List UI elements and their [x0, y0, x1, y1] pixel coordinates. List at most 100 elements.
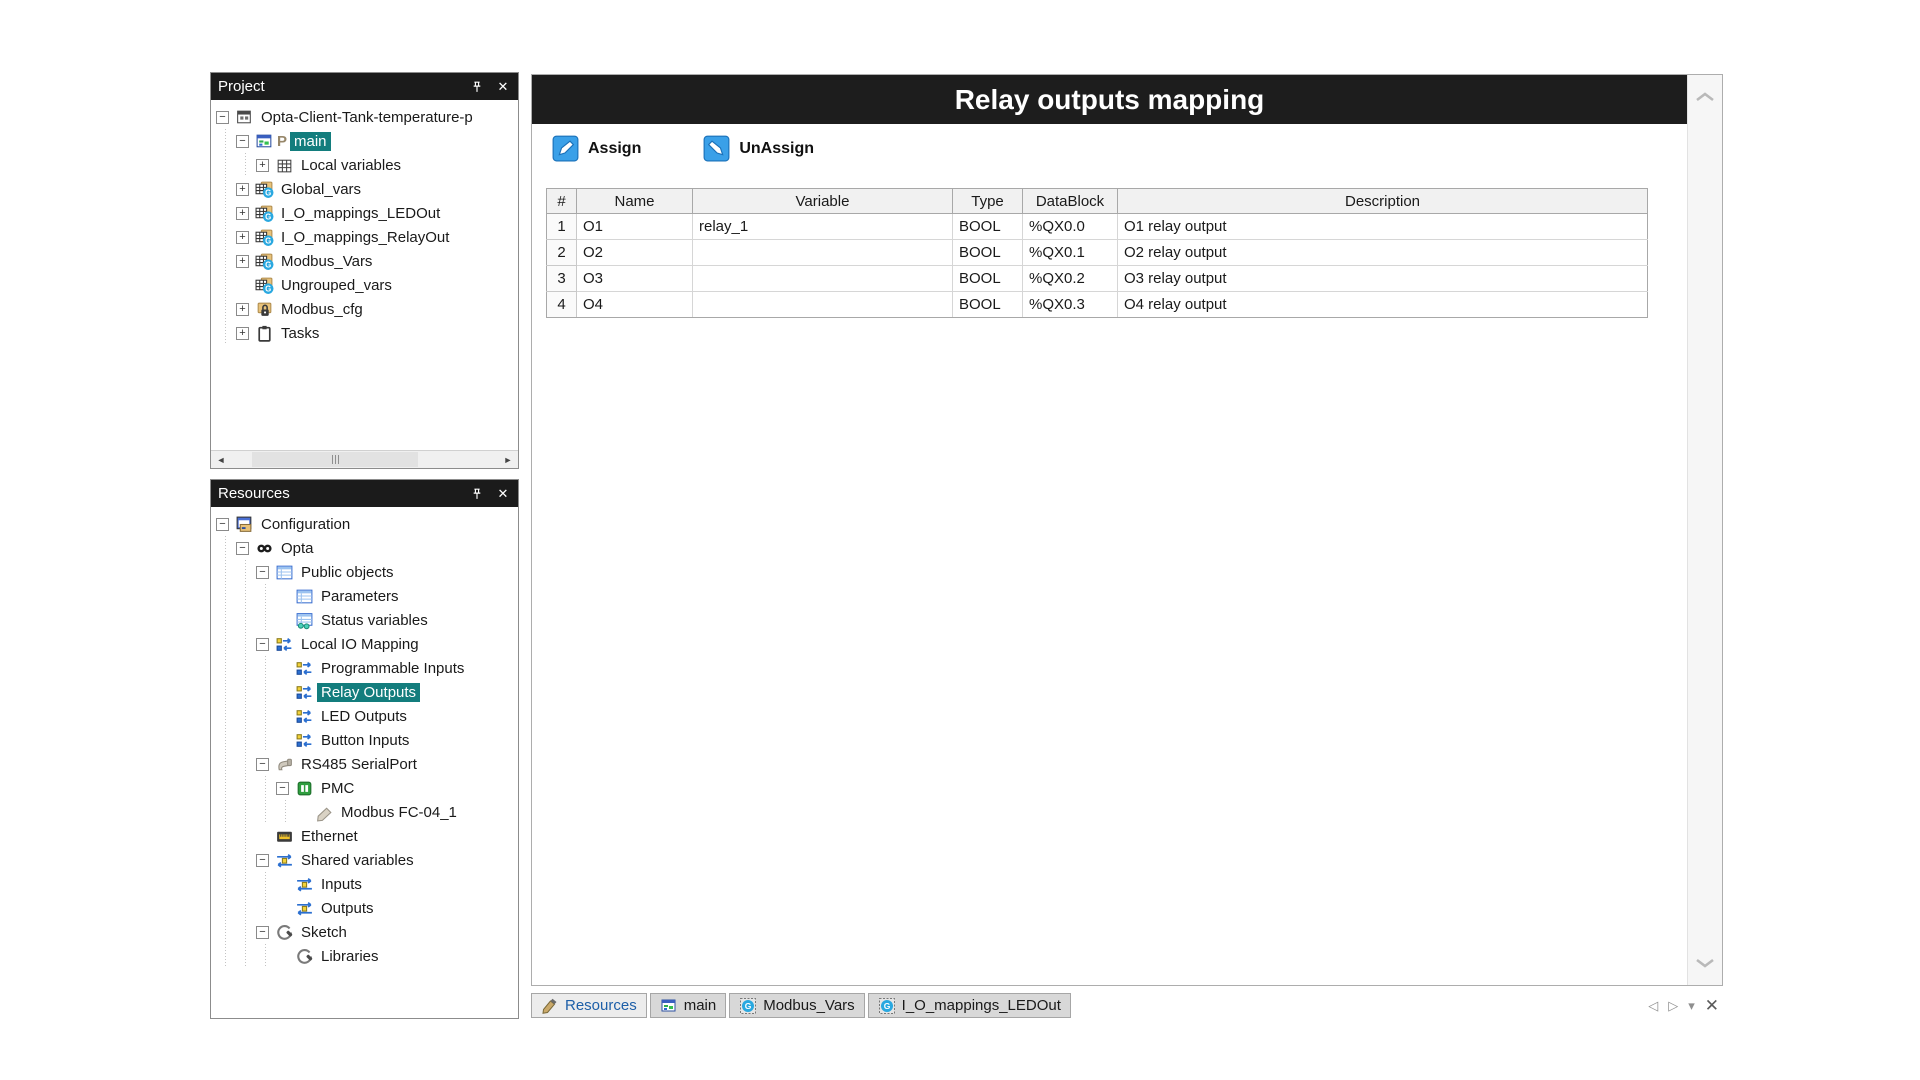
- resources-tree-label-local-io-mapping[interactable]: Local IO Mapping: [297, 635, 423, 654]
- resources-tree-label-shared-variables[interactable]: Shared variables: [297, 851, 418, 870]
- resources-tree-item-inputs[interactable]: Inputs: [211, 872, 518, 896]
- tab-modbus-vars[interactable]: GModbus_Vars: [729, 993, 864, 1018]
- cell-[interactable]: 3: [547, 266, 577, 292]
- project-tree-item-main[interactable]: −Pmain: [211, 129, 518, 153]
- resources-tree-label-ethernet[interactable]: Ethernet: [297, 827, 362, 846]
- resources-tree-label-led-outputs[interactable]: LED Outputs: [317, 707, 411, 726]
- resources-tree-label-button-inputs[interactable]: Button Inputs: [317, 731, 413, 750]
- chevron-down-icon[interactable]: [1693, 955, 1717, 971]
- column-header-[interactable]: #: [547, 189, 577, 214]
- expand-plus-icon[interactable]: +: [236, 327, 249, 340]
- project-tree-label-i-o-mappings-ledout[interactable]: I_O_mappings_LEDOut: [277, 204, 444, 223]
- project-tree-label-tasks[interactable]: Tasks: [277, 324, 323, 343]
- project-tree-label-modbus-vars[interactable]: Modbus_Vars: [277, 252, 376, 271]
- vertical-scrollbar[interactable]: [1687, 75, 1722, 985]
- close-icon[interactable]: ✕: [495, 79, 511, 95]
- resources-tree-label-relay-outputs[interactable]: Relay Outputs: [317, 683, 420, 702]
- project-tree-item-modbus-cfg[interactable]: +Modbus_cfg: [211, 297, 518, 321]
- collapse-minus-icon[interactable]: −: [216, 518, 229, 531]
- resources-tree-label-public-objects[interactable]: Public objects: [297, 563, 398, 582]
- resources-tree-item-public-objects[interactable]: − Public objects: [211, 560, 518, 584]
- cell-description[interactable]: O2 relay output: [1118, 240, 1648, 266]
- resources-tree-item-configuration[interactable]: − Configuration: [211, 512, 518, 536]
- collapse-minus-icon[interactable]: −: [256, 854, 269, 867]
- expand-plus-icon[interactable]: +: [236, 183, 249, 196]
- column-header-description[interactable]: Description: [1118, 189, 1648, 214]
- assign-button[interactable]: Assign: [552, 135, 641, 162]
- resources-tree-item-led-outputs[interactable]: LED Outputs: [211, 704, 518, 728]
- column-header-datablock[interactable]: DataBlock: [1023, 189, 1118, 214]
- cell-description[interactable]: O4 relay output: [1118, 292, 1648, 318]
- cell-datablock[interactable]: %QX0.2: [1023, 266, 1118, 292]
- resources-tree-label-rs485-serialport[interactable]: RS485 SerialPort: [297, 755, 421, 774]
- scrollbar-track[interactable]: [231, 451, 498, 468]
- collapse-minus-icon[interactable]: −: [216, 111, 229, 124]
- project-tree-item-modbus-vars[interactable]: +GModbus_Vars: [211, 249, 518, 273]
- column-header-name[interactable]: Name: [577, 189, 693, 214]
- cell-variable[interactable]: [693, 292, 953, 318]
- cell-[interactable]: 1: [547, 214, 577, 240]
- project-tree-label-main[interactable]: main: [290, 132, 331, 151]
- tab-i-o-mappings-ledout[interactable]: GI_O_mappings_LEDOut: [868, 993, 1071, 1018]
- resources-tree-item-modbus-fc-04-1[interactable]: Modbus FC-04_1: [211, 800, 518, 824]
- resources-tree-label-parameters[interactable]: Parameters: [317, 587, 403, 606]
- cell-datablock[interactable]: %QX0.3: [1023, 292, 1118, 318]
- tab-scroll-right-icon[interactable]: ▷: [1668, 993, 1678, 1018]
- resources-tree-item-status-variables[interactable]: Status variables: [211, 608, 518, 632]
- cell-variable[interactable]: [693, 240, 953, 266]
- project-tree-item-i-o-mappings-relayout[interactable]: +GI_O_mappings_RelayOut: [211, 225, 518, 249]
- scroll-right-icon[interactable]: ►: [498, 451, 518, 468]
- project-tree-item-local-variables[interactable]: + Local variables: [211, 153, 518, 177]
- resources-tree-item-rs485-serialport[interactable]: − RS485 SerialPort: [211, 752, 518, 776]
- resources-tree-label-status-variables[interactable]: Status variables: [317, 611, 432, 630]
- project-tree-item-global-vars[interactable]: +GGlobal_vars: [211, 177, 518, 201]
- project-tree-label-local-variables[interactable]: Local variables: [297, 156, 405, 175]
- resources-tree-label-programmable-inputs[interactable]: Programmable Inputs: [317, 659, 468, 678]
- resources-tree-label-sketch[interactable]: Sketch: [297, 923, 351, 942]
- cell-variable[interactable]: [693, 266, 953, 292]
- resources-tree-label-opta[interactable]: Opta: [277, 539, 318, 558]
- collapse-minus-icon[interactable]: −: [256, 926, 269, 939]
- collapse-minus-icon[interactable]: −: [256, 566, 269, 579]
- tab-scroll-left-icon[interactable]: ◁: [1648, 993, 1658, 1018]
- cell-name[interactable]: O3: [577, 266, 693, 292]
- resources-tree-item-button-inputs[interactable]: Button Inputs: [211, 728, 518, 752]
- project-tree-item-tasks[interactable]: + Tasks: [211, 321, 518, 345]
- cell-description[interactable]: O1 relay output: [1118, 214, 1648, 240]
- cell-type[interactable]: BOOL: [953, 240, 1023, 266]
- project-tree-item-opta-client-tank-temperature-p[interactable]: − Opta-Client-Tank-temperature-p: [211, 105, 518, 129]
- project-tree-label-modbus-cfg[interactable]: Modbus_cfg: [277, 300, 367, 319]
- cell-description[interactable]: O3 relay output: [1118, 266, 1648, 292]
- column-header-type[interactable]: Type: [953, 189, 1023, 214]
- unassign-button[interactable]: UnAssign: [703, 135, 814, 162]
- collapse-minus-icon[interactable]: −: [236, 135, 249, 148]
- resources-tree-item-libraries[interactable]: Libraries: [211, 944, 518, 968]
- collapse-minus-icon[interactable]: −: [256, 758, 269, 771]
- resources-tree-item-opta[interactable]: − Opta: [211, 536, 518, 560]
- collapse-minus-icon[interactable]: −: [236, 542, 249, 555]
- collapse-minus-icon[interactable]: −: [276, 782, 289, 795]
- project-tree-item-ungrouped-vars[interactable]: GUngrouped_vars: [211, 273, 518, 297]
- expand-plus-icon[interactable]: +: [236, 231, 249, 244]
- resources-tree-label-configuration[interactable]: Configuration: [257, 515, 354, 534]
- cell-datablock[interactable]: %QX0.1: [1023, 240, 1118, 266]
- tab-list-dropdown-icon[interactable]: ▾: [1688, 993, 1695, 1018]
- expand-plus-icon[interactable]: +: [256, 159, 269, 172]
- resources-tree-item-outputs[interactable]: Outputs: [211, 896, 518, 920]
- close-icon[interactable]: ✕: [495, 486, 511, 502]
- scroll-left-icon[interactable]: ◄: [211, 451, 231, 468]
- resources-tree-item-local-io-mapping[interactable]: −Local IO Mapping: [211, 632, 518, 656]
- column-header-variable[interactable]: Variable: [693, 189, 953, 214]
- mapping-row-o2[interactable]: 2O2BOOL%QX0.1O2 relay output: [547, 240, 1648, 266]
- mapping-row-o3[interactable]: 3O3BOOL%QX0.2O3 relay output: [547, 266, 1648, 292]
- project-tree-label-opta-client-tank-temperature-p[interactable]: Opta-Client-Tank-temperature-p: [257, 108, 477, 127]
- resources-tree-label-inputs[interactable]: Inputs: [317, 875, 366, 894]
- resources-tree-item-relay-outputs[interactable]: Relay Outputs: [211, 680, 518, 704]
- mapping-row-o4[interactable]: 4O4BOOL%QX0.3O4 relay output: [547, 292, 1648, 318]
- pin-icon[interactable]: [469, 79, 485, 95]
- resources-tree-label-modbus-fc-04-1[interactable]: Modbus FC-04_1: [337, 803, 461, 822]
- scrollbar-thumb[interactable]: [252, 452, 418, 467]
- cell-[interactable]: 2: [547, 240, 577, 266]
- resources-tree-label-pmc[interactable]: PMC: [317, 779, 358, 798]
- project-tree-item-i-o-mappings-ledout[interactable]: +GI_O_mappings_LEDOut: [211, 201, 518, 225]
